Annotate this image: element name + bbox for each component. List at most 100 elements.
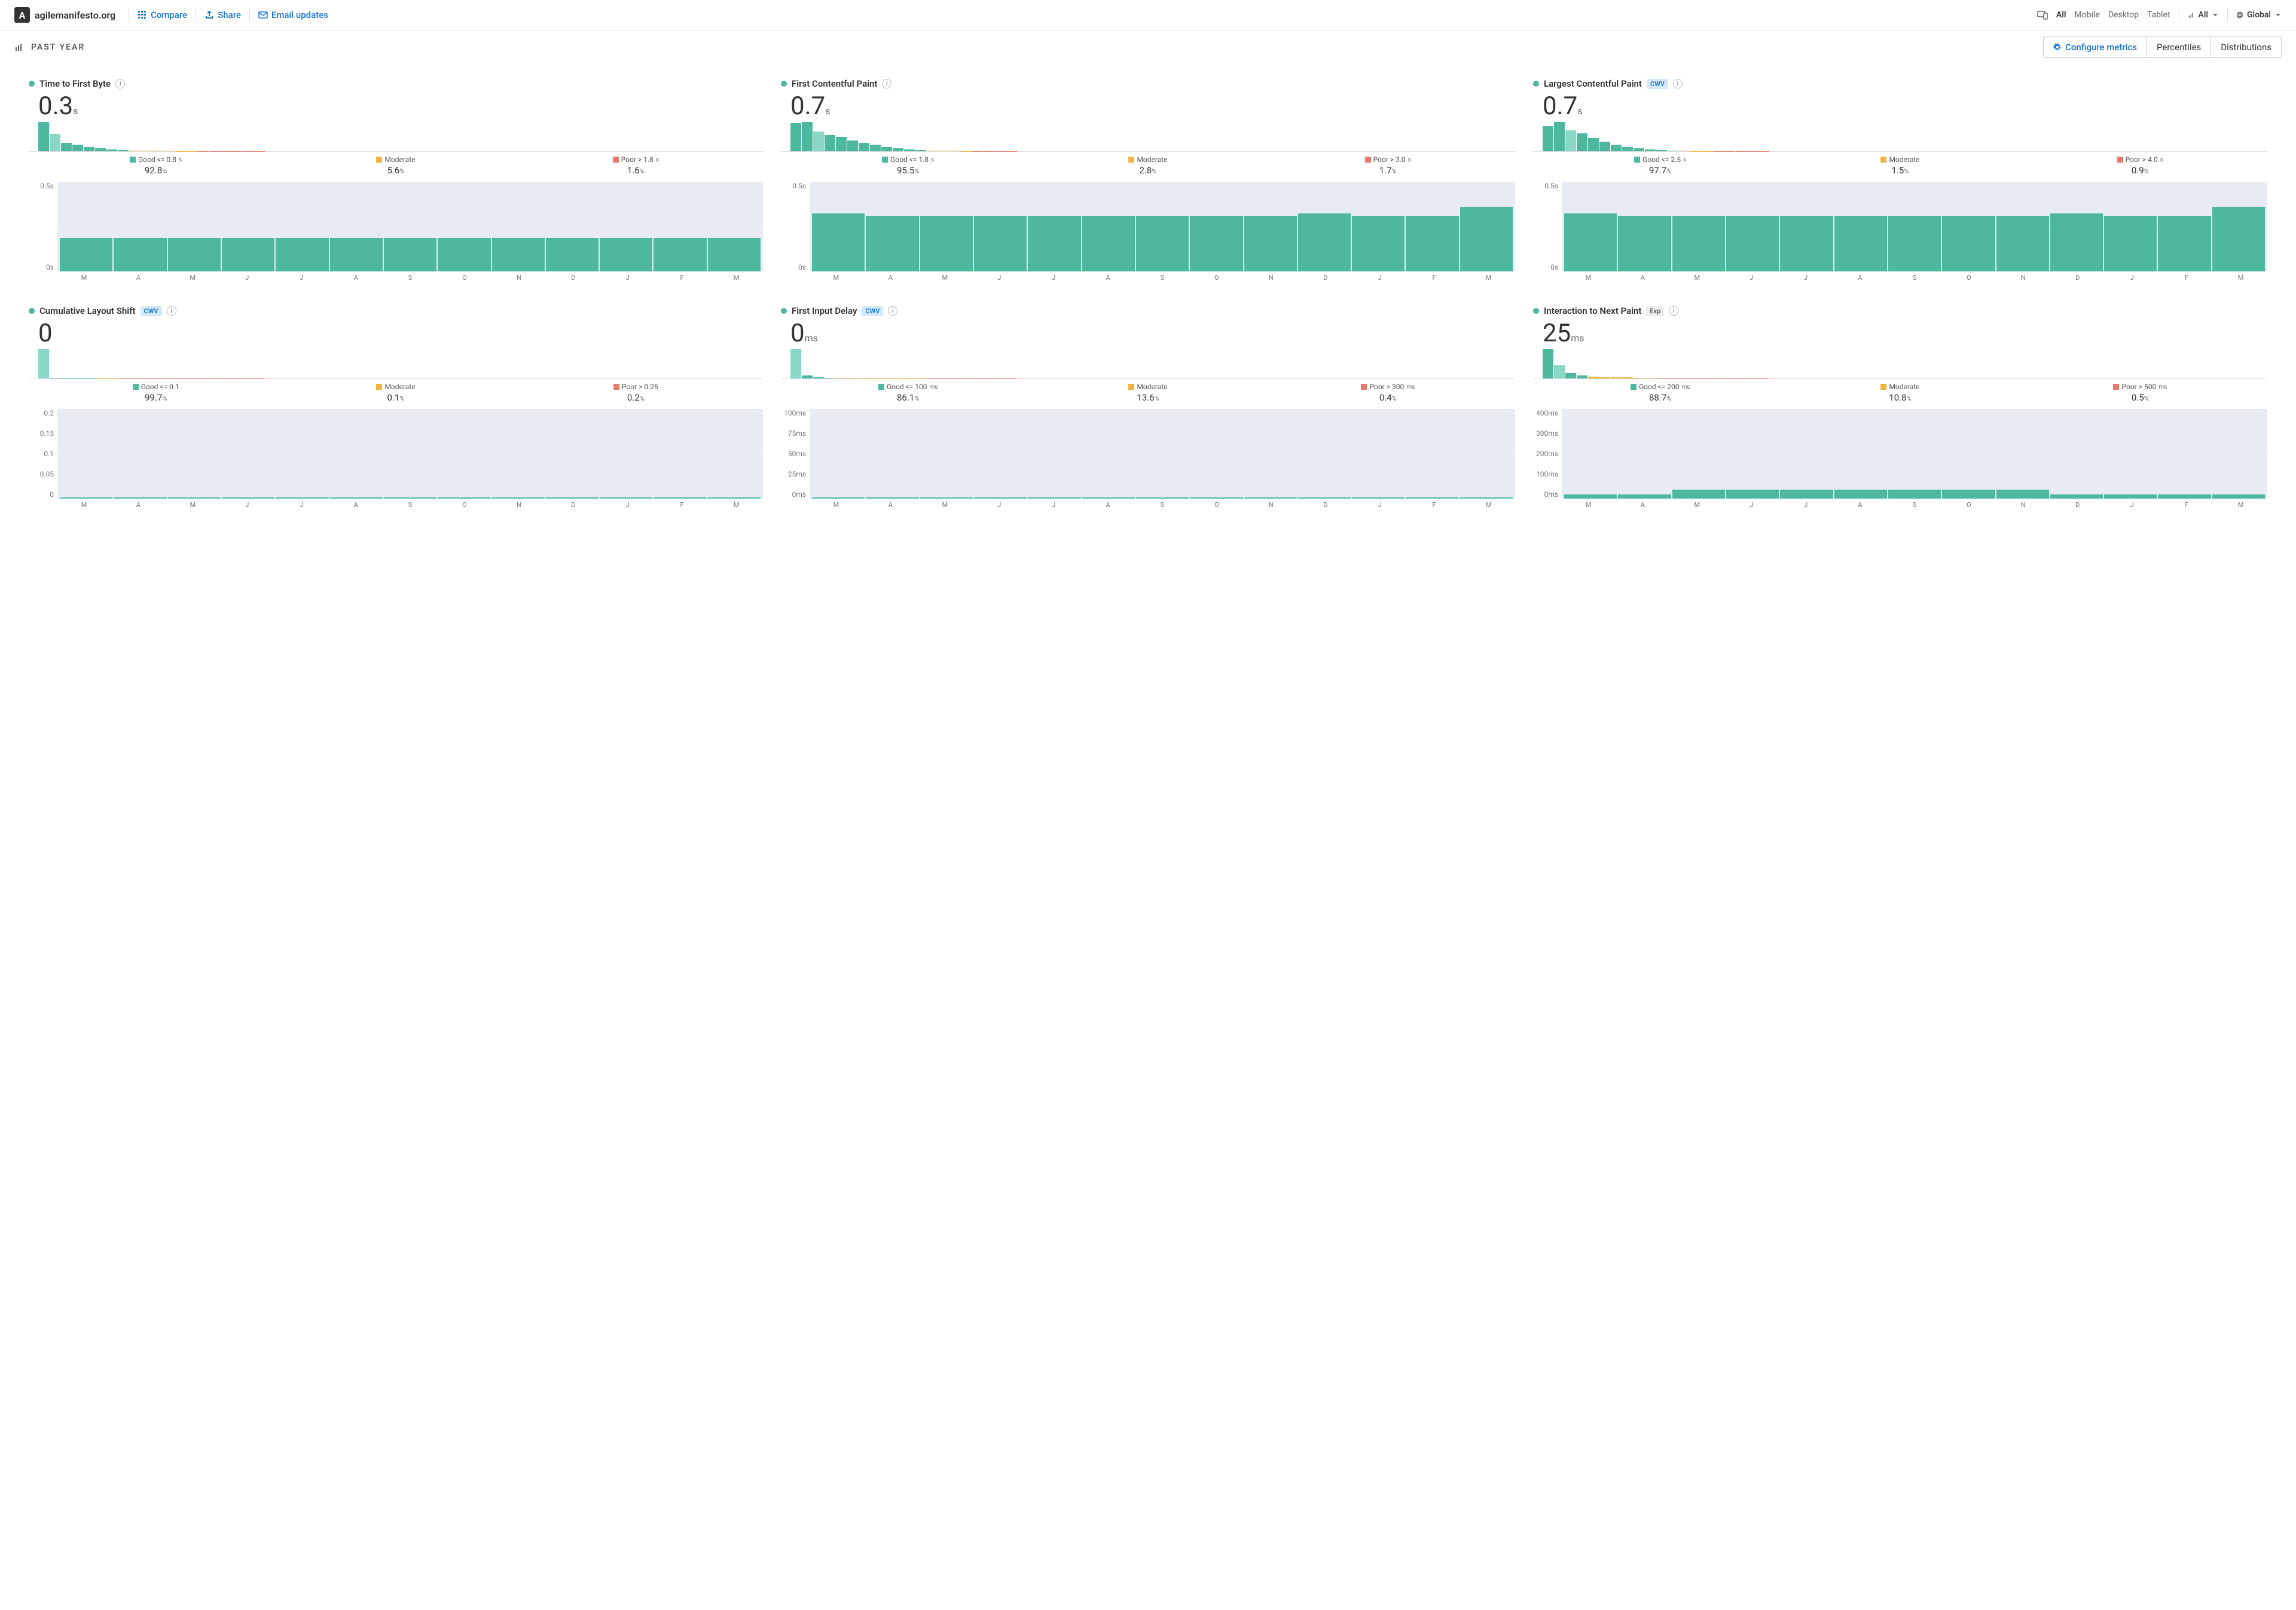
trend-bar <box>1672 216 1725 271</box>
histo-bar <box>1611 145 1622 151</box>
x-tick: M <box>1562 274 1615 282</box>
histo-bar <box>825 135 835 151</box>
status-dot <box>1533 81 1539 87</box>
compare-button[interactable]: Compare <box>138 10 187 20</box>
histo-bar <box>1634 148 1644 151</box>
x-tick: A <box>329 501 383 509</box>
trend-bar <box>1460 497 1513 499</box>
trend-bar <box>1942 216 1995 271</box>
trend-bar <box>1996 490 2049 499</box>
metric-card: Time to First Bytei0.3sGood <= 0.8s92.8%… <box>29 78 763 282</box>
y-axis: 100ms75ms50ms25ms0ms <box>781 409 810 499</box>
trend-bar <box>708 497 761 499</box>
x-tick: D <box>546 274 600 282</box>
y-tick: 0.5s <box>40 182 54 190</box>
trend-bar <box>1460 207 1513 271</box>
legend-item-mod: Moderate1.5% <box>1782 155 2017 176</box>
info-icon[interactable]: i <box>888 306 897 316</box>
legend-swatch <box>376 384 382 390</box>
legend-label: Poor > 4.0s <box>2023 155 2258 164</box>
bar-chart-area <box>57 182 763 271</box>
legend-label: Poor > 500ms <box>2023 383 2258 391</box>
x-tick: M <box>1671 274 1724 282</box>
x-tick: A <box>864 274 917 282</box>
trend-bar <box>168 497 221 499</box>
share-icon <box>204 10 214 20</box>
device-all[interactable]: All <box>2056 10 2066 20</box>
metric-title: Interaction to Next Paint <box>1544 305 1641 316</box>
histo-bar <box>1645 149 1656 151</box>
x-axis: MAMJJASONDJFM <box>29 501 763 509</box>
device-desktop[interactable]: Desktop <box>2108 10 2139 20</box>
y-tick: 0ms <box>792 490 806 499</box>
device-tablet[interactable]: Tablet <box>2147 10 2170 20</box>
device-mobile[interactable]: Mobile <box>2075 10 2100 20</box>
legend-label: Good <= 200ms <box>1543 383 1778 391</box>
trend-bar <box>1298 497 1351 499</box>
x-tick: D <box>2051 501 2104 509</box>
legend-swatch <box>130 157 136 163</box>
x-tick: J <box>1725 501 1778 509</box>
histo-bar <box>1577 133 1587 151</box>
status-dot <box>29 308 35 314</box>
trend-bar <box>546 497 599 499</box>
region-dropdown[interactable]: Global <box>2236 10 2282 20</box>
trend-bar <box>1244 497 1297 499</box>
x-tick: M <box>1562 501 1615 509</box>
share-button[interactable]: Share <box>204 10 241 20</box>
info-icon[interactable]: i <box>167 306 176 316</box>
distributions-tab[interactable]: Distributions <box>2211 36 2282 58</box>
grid-icon <box>138 10 147 20</box>
trend-bar <box>384 238 436 271</box>
legend-value: 5.6% <box>278 164 513 176</box>
x-tick: M <box>918 274 972 282</box>
info-icon[interactable]: i <box>1669 306 1678 316</box>
separator <box>2227 8 2228 22</box>
info-icon[interactable]: i <box>1673 79 1683 88</box>
x-tick: M <box>710 501 763 509</box>
legend-row: Good <= 100ms86.1%Moderate13.6%Poor > 30… <box>781 383 1515 403</box>
histo-bar <box>72 145 83 151</box>
trend-bar <box>812 497 865 499</box>
trend-bar <box>920 216 973 271</box>
configure-metrics-button[interactable]: Configure metrics <box>2043 36 2147 58</box>
x-tick: J <box>1027 501 1080 509</box>
connection-dropdown[interactable]: All <box>2188 10 2219 20</box>
y-tick: 0s <box>798 263 806 271</box>
info-icon[interactable]: i <box>115 79 125 88</box>
legend-swatch <box>376 157 382 163</box>
legend-item-poor: Poor > 4.0s0.9% <box>2023 155 2258 176</box>
histo-bar <box>904 149 915 151</box>
trend-bar <box>168 238 221 271</box>
legend-item-mod: Moderate0.1% <box>278 383 513 403</box>
legend-item-good: Good <= 0.199.7% <box>38 383 273 403</box>
distribution-histogram <box>29 349 763 379</box>
x-tick: J <box>601 274 654 282</box>
x-tick: F <box>655 501 709 509</box>
histo-bar <box>1543 349 1553 378</box>
metric-title-row: Interaction to Next PaintExpi <box>1533 305 2267 316</box>
x-tick: J <box>221 501 274 509</box>
x-tick: M <box>1462 274 1515 282</box>
trend-bar <box>1888 216 1941 271</box>
trend-bar <box>60 497 112 499</box>
y-tick: 0.1 <box>44 450 54 458</box>
y-tick: 0.15 <box>40 429 54 438</box>
x-tick: N <box>1244 274 1297 282</box>
trend-bar <box>1834 490 1887 499</box>
trend-bar <box>438 497 490 499</box>
info-icon[interactable]: i <box>882 79 891 88</box>
x-axis: MAMJJASONDJFM <box>781 274 1515 282</box>
email-button[interactable]: Email updates <box>258 10 328 20</box>
trend-bar <box>654 497 706 499</box>
x-tick: F <box>655 274 709 282</box>
separator <box>249 8 250 22</box>
x-tick: F <box>1407 501 1461 509</box>
status-dot <box>29 81 35 87</box>
histo-bar <box>836 137 847 152</box>
y-tick: 75ms <box>788 429 806 438</box>
x-tick: M <box>57 274 111 282</box>
x-tick: S <box>1136 274 1189 282</box>
percentiles-tab[interactable]: Percentiles <box>2147 36 2211 58</box>
x-tick: S <box>1888 501 1941 509</box>
